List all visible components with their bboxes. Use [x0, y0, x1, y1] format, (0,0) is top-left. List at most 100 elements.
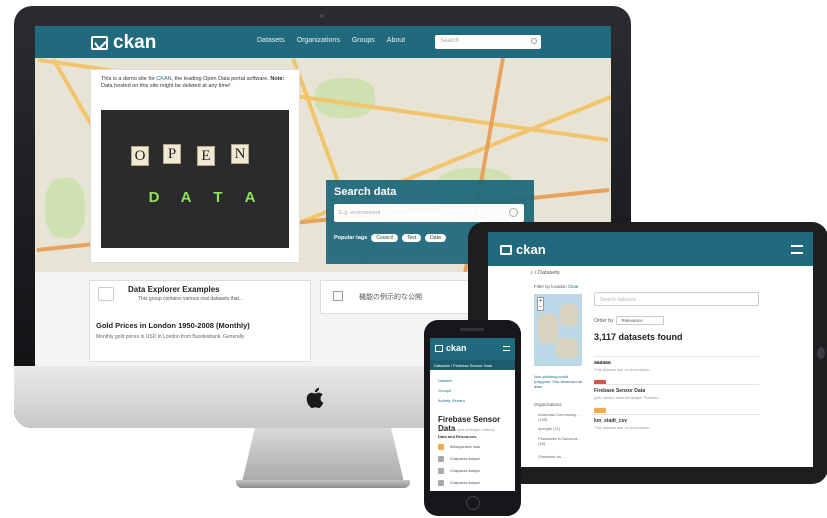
- open-data-photo: O P E N D A T A: [101, 110, 289, 248]
- desktop-navbar: ckan Datasets Organizations Groups About…: [35, 26, 611, 58]
- resource-name[interactable]: Chatpanda datapai: [450, 469, 480, 473]
- phone-nav-dataset[interactable]: Dataset: [438, 378, 452, 383]
- phone-breadcrumb[interactable]: Datasets / Firebase Sensor Data: [430, 360, 515, 370]
- org-facet-item[interactable]: openjdk (21): [538, 426, 582, 431]
- map-park: [45, 178, 85, 238]
- tablet-breadcrumb: ⌂ / Datasets: [530, 270, 560, 276]
- resource-format-icon: [438, 456, 444, 462]
- phone-nav-activity[interactable]: Activity Stream: [438, 398, 465, 403]
- resource-format-icon: [438, 480, 444, 486]
- nav-groups[interactable]: Groups: [352, 37, 375, 44]
- zoom-control-icon[interactable]: + −: [537, 297, 544, 311]
- map-note: Non-polluting world polygons. Sim-dimens…: [534, 374, 582, 389]
- resource-item[interactable]: Chatpanda datapai: [438, 467, 510, 476]
- filter-location-label: Filter by location Clear: [534, 284, 579, 289]
- nav-about[interactable]: About: [387, 37, 405, 44]
- ckan-logo-icon: [500, 244, 512, 255]
- org-facet-item[interactable]: Greenlots ca...: [538, 454, 582, 459]
- search-data-title: Search data: [334, 186, 397, 198]
- tablet-navbar: ckan: [488, 232, 813, 266]
- dataset-name[interactable]: km_stadt_csv: [594, 418, 759, 424]
- order-by-select[interactable]: Relevance: [616, 316, 665, 325]
- search-data-placeholder: E.g. environment: [339, 210, 381, 216]
- letter-tile: A: [241, 188, 259, 208]
- resource-name[interactable]: Ballanpansum data: [450, 445, 480, 449]
- tablet-brand: ckan: [516, 242, 546, 257]
- filter-clear-link[interactable]: Clear: [568, 284, 579, 289]
- iphone-home-button: [466, 496, 480, 510]
- menu-icon[interactable]: [791, 245, 803, 254]
- phone-logo[interactable]: ckan: [435, 343, 467, 353]
- ipad-screen: ckan ⌂ / Datasets Filter by location Cle…: [488, 232, 813, 467]
- org-facet-item[interactable]: American Community ... (139): [538, 412, 582, 422]
- group-image-icon: [98, 287, 114, 301]
- group-title[interactable]: Data Explorer Examples: [128, 285, 220, 294]
- letter-tile: T: [209, 188, 227, 208]
- intro-box: This is a demo site for CKAN, the leadin…: [90, 69, 300, 263]
- tag-pill[interactable]: Council: [371, 234, 398, 242]
- map-land: [560, 304, 578, 326]
- dataset-name[interactable]: aaaaaa: [594, 360, 759, 366]
- desktop-search-input[interactable]: Search: [435, 35, 541, 49]
- nav-datasets[interactable]: Datasets: [257, 37, 285, 44]
- dataset-title[interactable]: Gold Prices in London 1950-2008 (Monthly…: [96, 321, 250, 330]
- iphone-screen: ckan Datasets / Firebase Sensor Data Dat…: [430, 338, 515, 491]
- resource-name[interactable]: Chatpanda datapai: [450, 457, 480, 461]
- menu-icon[interactable]: [503, 346, 510, 351]
- resource-item[interactable]: Chatpanda datapai: [438, 455, 510, 464]
- ckan-logo-icon: [91, 36, 108, 50]
- desktop-nav-menu: Datasets Organizations Groups About: [257, 37, 405, 44]
- desktop-logo[interactable]: ckan: [91, 32, 156, 54]
- group-card-2[interactable]: 機能の例示的な公開: [320, 280, 480, 314]
- phone-navbar: ckan: [430, 338, 515, 360]
- location-map[interactable]: + −: [534, 294, 582, 366]
- tablet-sidebar: Filter by location Clear + − Non-pollutin…: [534, 284, 582, 467]
- letter-tile: O: [131, 146, 149, 166]
- dataset-description: Monthly gold prices in USD in London fro…: [96, 334, 245, 340]
- imac-stand-base: [236, 480, 410, 488]
- apple-icon: [306, 387, 324, 408]
- org-facet-item[interactable]: Postcodes in Nunavut... (16): [538, 436, 582, 446]
- dataset-search-input[interactable]: Search datasets...: [594, 292, 759, 306]
- dataset-item[interactable]: Firebase Sensor Data getir sensor data b…: [594, 384, 759, 418]
- desktop-brand: ckan: [113, 32, 157, 53]
- resource-item[interactable]: Ballanpansum data: [438, 443, 510, 452]
- letter-tile: A: [177, 188, 195, 208]
- letter-tile: N: [231, 144, 249, 164]
- dataset-name[interactable]: Firebase Sensor Data: [594, 388, 759, 394]
- phone-brand: ckan: [446, 343, 467, 353]
- dataset-item[interactable]: km_stadt_csv This dataset has no descrip…: [594, 414, 759, 430]
- imac-stand: [242, 428, 404, 482]
- tag-pill[interactable]: Data: [425, 234, 446, 242]
- intro-text: This is a demo site for CKAN, the leadin…: [101, 76, 285, 89]
- breadcrumb-datasets[interactable]: Datasets: [538, 270, 560, 276]
- desktop-search-placeholder: Search: [440, 38, 460, 44]
- letter-tile: P: [163, 144, 181, 164]
- letter-tile: D: [145, 188, 163, 208]
- ipad-home-button: [817, 347, 825, 359]
- letter-tile: E: [197, 146, 215, 166]
- resource-format-icon: [438, 444, 444, 450]
- imac-camera: [320, 14, 324, 18]
- tag-pill[interactable]: Test: [402, 234, 422, 242]
- dataset-desc: This dataset has no description: [594, 425, 650, 430]
- search-icon[interactable]: [531, 38, 537, 44]
- resource-name[interactable]: Chatpanda datapai: [450, 481, 480, 485]
- dataset-desc: This dataset has no description: [594, 367, 650, 372]
- phone-nav-groups[interactable]: Groups: [438, 388, 451, 393]
- organizations-label: Organizations: [534, 402, 562, 407]
- resource-item[interactable]: Chatpanda datapai: [438, 479, 510, 488]
- search-icon[interactable]: [509, 208, 518, 217]
- phone-dataset-desc: getir sensor data berlangsir Pattuma: [438, 428, 495, 432]
- tablet-logo[interactable]: ckan: [500, 242, 546, 257]
- group-card[interactable]: Data Explorer Examples This group contai…: [89, 280, 311, 362]
- order-by: Order by Relevance: [594, 316, 665, 325]
- image-icon: [333, 291, 343, 301]
- nav-organizations[interactable]: Organizations: [297, 37, 340, 44]
- phone-resources-label: Data and Resources: [438, 434, 477, 439]
- ckan-link[interactable]: CKAN: [156, 76, 171, 82]
- ckan-logo-icon: [435, 344, 443, 352]
- dataset-count: 3,117 datasets found: [594, 332, 683, 342]
- group-title-2[interactable]: 機能の例示的な公開: [359, 292, 422, 302]
- search-data-input[interactable]: E.g. environment: [334, 204, 524, 222]
